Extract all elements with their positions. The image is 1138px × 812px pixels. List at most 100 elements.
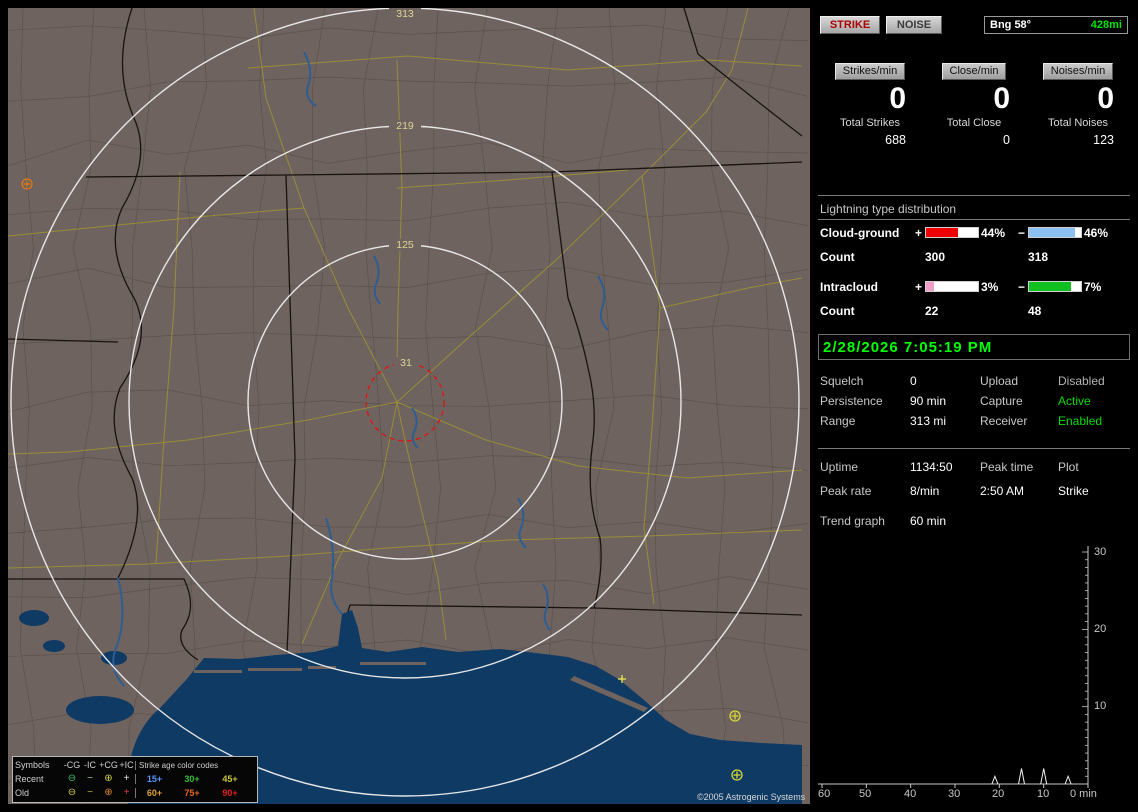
peak-time-value: 2:50 AM bbox=[980, 484, 1025, 498]
ic-plus-bar bbox=[925, 281, 979, 292]
ic-minus-count: 48 bbox=[1028, 304, 1042, 318]
stats-row: Peak rate 8/min 2:50 AM Strike bbox=[818, 484, 1130, 500]
x-tick-label: 60 bbox=[818, 788, 831, 800]
bearing-label: Bng 58° bbox=[990, 19, 1032, 31]
noises-per-min-value: 0 bbox=[1097, 82, 1114, 115]
neg-cg-old-icon: ⊖ bbox=[67, 787, 77, 798]
cg-plus-count: 300 bbox=[925, 250, 946, 264]
copyright-text: ©2005 Astrogenic Systems bbox=[697, 792, 806, 802]
bearing-display: Bng 58° 428mi bbox=[984, 16, 1128, 34]
status-row: Squelch 0 Upload Disabled bbox=[818, 374, 1130, 390]
ring-label: 31 bbox=[400, 357, 412, 369]
total-noises-label: Total Noises bbox=[1048, 117, 1108, 129]
stats-row: Uptime 1134:50 Peak time Plot bbox=[818, 460, 1130, 476]
ic-plus-pct: 3% bbox=[981, 280, 999, 294]
age-code: 60+ bbox=[135, 788, 173, 798]
age-code: 30+ bbox=[184, 774, 200, 784]
y-tick-label: 30 bbox=[1094, 546, 1107, 558]
cloud-ground-label: Cloud-ground bbox=[820, 226, 900, 240]
persistence-label: Persistence bbox=[820, 394, 883, 408]
pos-ic-recent-icon: + bbox=[123, 773, 130, 784]
separator bbox=[818, 448, 1130, 449]
count-label: Count bbox=[820, 250, 855, 264]
uptime-value: 1134:50 bbox=[910, 460, 953, 474]
legend-type-header: +IC bbox=[119, 760, 134, 770]
old-strike-icon bbox=[21, 178, 33, 190]
status-row: Range 313 mi Receiver Enabled bbox=[818, 414, 1130, 430]
ring-label: 125 bbox=[396, 239, 414, 251]
x-tick-label: 20 bbox=[992, 788, 1005, 800]
map-legend: Symbols -CG -IC +CG +IC Strike age color… bbox=[12, 756, 258, 803]
plus-sign: + bbox=[915, 280, 923, 294]
trend-chart-canvas bbox=[818, 546, 1089, 788]
clock-timestamp: 2/28/2026 7:05:19 PM bbox=[818, 334, 1130, 360]
total-strikes-value: 688 bbox=[885, 133, 906, 147]
map-canvas: 313 219 125 31 bbox=[8, 8, 810, 804]
y-tick-label: 10 bbox=[1094, 700, 1107, 712]
peak-rate-label: Peak rate bbox=[820, 484, 872, 498]
legend-symbols-header: Symbols bbox=[15, 760, 50, 770]
old-strike-icon bbox=[731, 769, 743, 781]
cloud-ground-count-row: Count 300 318 bbox=[818, 250, 1130, 265]
pos-cg-recent-icon: ⊕ bbox=[104, 773, 113, 784]
upload-value: Disabled bbox=[1058, 374, 1105, 388]
plot-label: Plot bbox=[1058, 460, 1079, 474]
range-label: Range bbox=[820, 414, 856, 428]
total-noises-value: 123 bbox=[1093, 133, 1114, 147]
plus-sign: + bbox=[915, 226, 923, 240]
age-code: 45+ bbox=[222, 774, 238, 784]
ring-label: 313 bbox=[396, 8, 414, 20]
noises-per-min-button[interactable]: Noises/min bbox=[1042, 63, 1114, 80]
ic-minus-bar bbox=[1028, 281, 1082, 292]
close-per-min-button[interactable]: Close/min bbox=[941, 63, 1007, 80]
status-row: Persistence 90 min Capture Active bbox=[818, 394, 1130, 410]
map-area: 313 219 125 31 ©2005 Astrogenic Systems … bbox=[8, 8, 810, 804]
stats-row: Trend graph 60 min bbox=[818, 514, 1130, 530]
ring-label: 219 bbox=[396, 120, 414, 132]
neg-ic-old-icon: − bbox=[87, 787, 93, 798]
pos-ic-old-icon: + bbox=[123, 787, 130, 798]
legend-age-header: Strike age color codes bbox=[135, 760, 249, 770]
upload-label: Upload bbox=[980, 374, 1019, 388]
receiver-label: Receiver bbox=[980, 414, 1028, 428]
status-panel: STRIKE NOISE Bng 58° 428mi Strikes/min 0… bbox=[818, 8, 1130, 804]
cg-plus-pct: 44% bbox=[981, 226, 1006, 240]
range-value: 313 mi bbox=[910, 414, 947, 428]
age-code: 75+ bbox=[184, 788, 200, 798]
strike-mode-button[interactable]: STRIKE bbox=[820, 16, 880, 34]
capture-value: Active bbox=[1058, 394, 1091, 408]
peak-rate-value: 8/min bbox=[910, 484, 940, 498]
capture-label: Capture bbox=[980, 394, 1023, 408]
trend-graph-label: Trend graph bbox=[820, 514, 885, 528]
total-close-label: Total Close bbox=[946, 117, 1002, 129]
chart-ticks-and-series bbox=[821, 551, 1089, 788]
legend-type-header: -CG bbox=[63, 760, 81, 770]
uptime-label: Uptime bbox=[820, 460, 859, 474]
neg-cg-recent-icon: ⊖ bbox=[67, 773, 77, 784]
peak-time-label: Peak time bbox=[980, 460, 1034, 474]
intracloud-count-row: Count 22 48 bbox=[818, 304, 1130, 319]
cloud-ground-row: Cloud-ground + 44% − 46% bbox=[818, 226, 1130, 241]
age-code: 15+ bbox=[135, 774, 173, 784]
noise-mode-button[interactable]: NOISE bbox=[886, 16, 942, 34]
count-label: Count bbox=[820, 304, 855, 318]
plot-value: Strike bbox=[1058, 484, 1089, 498]
trend-graph-window: 60 min bbox=[910, 514, 947, 528]
strikes-per-min-button[interactable]: Strikes/min bbox=[834, 63, 906, 80]
total-close-value: 0 bbox=[1003, 133, 1010, 147]
minus-sign: − bbox=[1018, 280, 1026, 294]
persistence-value: 90 min bbox=[910, 394, 947, 408]
legend-recent-label: Recent bbox=[15, 774, 44, 784]
legend-old-label: Old bbox=[15, 788, 30, 798]
squelch-label: Squelch bbox=[820, 374, 864, 388]
x-tick-label: 30 bbox=[948, 788, 961, 800]
intracloud-label: Intracloud bbox=[820, 280, 879, 294]
trend-chart: 30 20 10 60 50 40 30 20 10 0 min bbox=[818, 538, 1130, 804]
intracloud-row: Intracloud + 3% − 7% bbox=[818, 280, 1130, 295]
strikes-per-min-value: 0 bbox=[889, 82, 906, 115]
x-tick-label: 40 bbox=[904, 788, 917, 800]
legend-type-header: -IC bbox=[84, 760, 96, 770]
pos-cg-old-icon: ⊕ bbox=[104, 787, 113, 798]
cg-plus-bar bbox=[925, 227, 979, 238]
minus-sign: − bbox=[1018, 226, 1026, 240]
